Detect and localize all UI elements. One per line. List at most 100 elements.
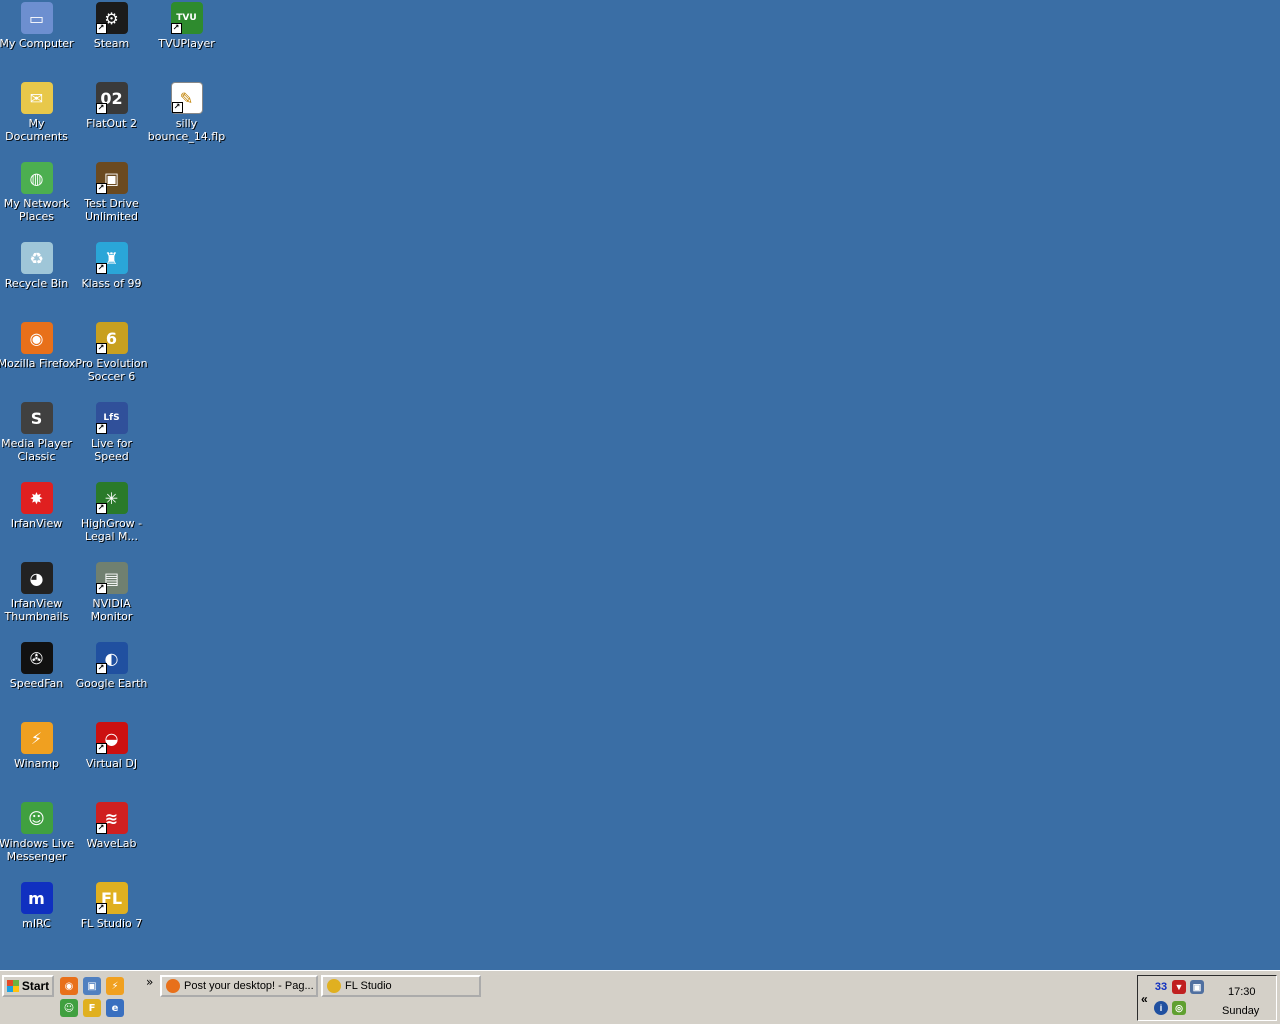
update-tray-icon[interactable]: i	[1154, 1001, 1168, 1015]
desktop-icon-my-computer[interactable]: ▭ My Computer	[0, 2, 74, 50]
desktop-icon-label: Test Drive Unlimited	[84, 197, 139, 223]
desktop-icon-recycle-bin[interactable]: ♻ Recycle Bin	[0, 242, 74, 290]
desktop-icon-label: IrfanView Thumbnails	[4, 597, 69, 623]
recycle-bin-icon: ♻	[20, 242, 53, 274]
klass-of-99-icon: ♜ ↗	[95, 242, 128, 274]
desktop-icon-label: My Computer	[0, 37, 74, 50]
desktop-icon-label: WaveLab	[86, 837, 137, 850]
antivirus-shield-icon[interactable]: ▼	[1172, 980, 1186, 994]
start-button[interactable]: Start	[2, 975, 54, 997]
desktop-icon-media-player-classic[interactable]: S Media Player Classic	[0, 402, 74, 463]
windows-logo-icon	[6, 980, 19, 992]
ie-quicklaunch-icon[interactable]: e	[106, 999, 124, 1017]
shortcut-arrow-icon: ↗	[95, 23, 107, 34]
start-label: Start	[21, 979, 50, 993]
desktop-icon-label: My Network Places	[3, 197, 70, 223]
taskbar-button-fl-studio[interactable]: FL Studio	[321, 975, 481, 997]
desktop-icon-google-earth[interactable]: ◐ ↗ Google Earth	[74, 642, 149, 690]
test-drive-unlimited-icon: ▣ ↗	[95, 162, 128, 194]
desktop-icon-fl-project-file[interactable]: ✎ ↗ silly bounce_14.flp	[148, 82, 225, 143]
desktop-icon-winamp[interactable]: ⚡ Winamp	[0, 722, 74, 770]
desktop-icon-label: mIRC	[22, 917, 51, 930]
desktop-icon-label: Windows Live Messenger	[0, 837, 75, 863]
desktop-icon-label: Virtual DJ	[85, 757, 138, 770]
desktop-icon-label: HighGrow - Legal M...	[80, 517, 143, 543]
shortcut-arrow-icon: ↗	[95, 903, 107, 914]
shortcut-arrow-icon: ↗	[170, 23, 182, 34]
desktop-icon-label: Live for Speed	[90, 437, 133, 463]
desktop-icon-irfanview-thumbnails[interactable]: ◕ IrfanView Thumbnails	[0, 562, 74, 623]
steam-icon: ⚙ ↗	[95, 2, 128, 34]
media-player-classic-icon: S	[20, 402, 53, 434]
shortcut-arrow-icon: ↗	[95, 663, 107, 674]
desktop-icon-steam[interactable]: ⚙ ↗ Steam	[74, 2, 149, 50]
firefox-icon: ◉	[20, 322, 53, 354]
desktop-icon-label: SpeedFan	[9, 677, 64, 690]
desktop-icon-label: TVUPlayer	[158, 37, 215, 50]
desktop-icon-virtual-dj[interactable]: ◒ ↗ Virtual DJ	[74, 722, 149, 770]
my-computer-icon: ▭	[20, 2, 53, 34]
taskbar-button-label: FL Studio	[345, 980, 392, 992]
clock-time[interactable]: 17:30	[1228, 986, 1256, 998]
quick-launch-overflow-button[interactable]: »	[146, 975, 153, 989]
desktop-icon-pes6[interactable]: 6 ↗ Pro Evolution Soccer 6	[74, 322, 149, 383]
desktop-icon-live-for-speed[interactable]: LfS ↗ Live for Speed	[74, 402, 149, 463]
shortcut-arrow-icon: ↗	[95, 823, 107, 834]
show-desktop-icon[interactable]: ▣	[83, 977, 101, 995]
desktop-icon-klass-of-99[interactable]: ♜ ↗ Klass of 99	[74, 242, 149, 290]
nvidia-monitor-icon: ▤ ↗	[95, 562, 128, 594]
live-for-speed-icon: LfS ↗	[95, 402, 128, 434]
firefox-quicklaunch-icon[interactable]: ◉	[60, 977, 78, 995]
shortcut-arrow-icon: ↗	[171, 102, 183, 113]
fl-studio-7-icon: FL ↗	[95, 882, 128, 914]
network-tray-icon[interactable]: ▣	[1190, 980, 1204, 994]
desktop-icon-windows-live-messenger[interactable]: ☺ Windows Live Messenger	[0, 802, 74, 863]
speedfan-icon: ✇	[20, 642, 53, 674]
desktop-icon-label: Klass of 99	[81, 277, 142, 290]
wavelab-icon: ≋ ↗	[95, 802, 128, 834]
desktop-icon-fl-studio-7[interactable]: FL ↗ FL Studio 7	[74, 882, 149, 930]
desktop-icon-label: NVIDIA Monitor	[90, 597, 133, 623]
google-earth-icon: ◐ ↗	[95, 642, 128, 674]
desktop-icon-test-drive-unlimited[interactable]: ▣ ↗ Test Drive Unlimited	[74, 162, 149, 223]
desktop-icon-wavelab[interactable]: ≋ ↗ WaveLab	[74, 802, 149, 850]
desktop-icon-label: Google Earth	[75, 677, 148, 690]
desktop-icon-label: Mozilla Firefox	[0, 357, 76, 370]
desktop-icon-mirc[interactable]: m mIRC	[0, 882, 74, 930]
desktop-icon-label: My Documents	[5, 117, 68, 143]
desktop-icon-label: Recycle Bin	[4, 277, 69, 290]
pes6-icon: 6 ↗	[95, 322, 128, 354]
irfanview-icon: ✸	[20, 482, 53, 514]
firefox-task-icon	[166, 979, 180, 993]
messenger-quicklaunch-icon[interactable]: ☺	[60, 999, 78, 1017]
desktop[interactable]: ▭ My Computer ⚙ ↗ Steam TVU ↗ TVUPlayer ✉ My Docu…	[0, 0, 1280, 970]
irfanview-thumbnails-icon: ◕	[20, 562, 53, 594]
shortcut-arrow-icon: ↗	[95, 263, 107, 274]
desktop-icon-highgrow[interactable]: ✳ ↗ HighGrow - Legal M...	[74, 482, 149, 543]
shortcut-arrow-icon: ↗	[95, 103, 107, 114]
tvuplayer-icon: TVU ↗	[170, 2, 203, 34]
desktop-icon-irfanview[interactable]: ✸ IrfanView	[0, 482, 74, 530]
temperature-tray-icon[interactable]: 33	[1154, 980, 1168, 994]
highgrow-icon: ✳ ↗	[95, 482, 128, 514]
nvidia-tray-icon[interactable]: ◎	[1172, 1001, 1186, 1015]
desktop-icon-network-places[interactable]: ◍ My Network Places	[0, 162, 74, 223]
desktop-icon-flatout2[interactable]: 02 ↗ FlatOut 2	[74, 82, 149, 130]
fl-studio-quicklaunch-icon[interactable]: F	[83, 999, 101, 1017]
desktop-icon-my-documents[interactable]: ✉ My Documents	[0, 82, 74, 143]
desktop-icon-firefox[interactable]: ◉ Mozilla Firefox	[0, 322, 76, 370]
show-hidden-icons-button[interactable]: «	[1141, 992, 1148, 1006]
shortcut-arrow-icon: ↗	[95, 503, 107, 514]
desktop-icon-nvidia-monitor[interactable]: ▤ ↗ NVIDIA Monitor	[74, 562, 149, 623]
shortcut-arrow-icon: ↗	[95, 583, 107, 594]
desktop-icon-tvuplayer[interactable]: TVU ↗ TVUPlayer	[149, 2, 224, 50]
winamp-quicklaunch-icon[interactable]: ⚡	[106, 977, 124, 995]
taskbar-button-firefox[interactable]: Post your desktop! - Pag...	[160, 975, 318, 997]
desktop-icon-label: Pro Evolution Soccer 6	[75, 357, 148, 383]
desktop-icon-speedfan[interactable]: ✇ SpeedFan	[0, 642, 74, 690]
windows-live-messenger-icon: ☺	[20, 802, 53, 834]
network-places-icon: ◍	[20, 162, 53, 194]
winamp-icon: ⚡	[20, 722, 53, 754]
shortcut-arrow-icon: ↗	[95, 343, 107, 354]
desktop-icon-label: FlatOut 2	[86, 117, 137, 130]
